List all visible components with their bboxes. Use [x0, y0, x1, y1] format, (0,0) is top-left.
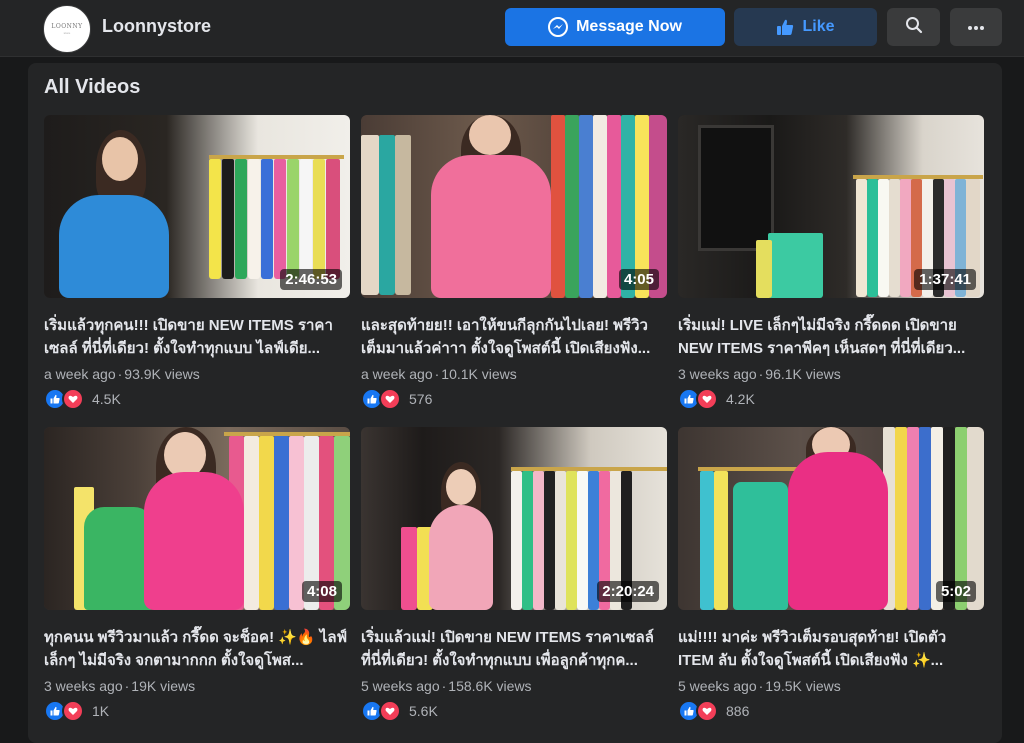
reaction-count: 4.5K	[92, 391, 121, 407]
video-duration: 5:02	[935, 581, 976, 602]
video-views: 158.6K views	[448, 678, 532, 694]
page-name[interactable]: Loonnystore	[102, 16, 211, 37]
video-card[interactable]: 1:37:41 เริ่มแม่! LIVE เล็กๆไม่มีจริง กร…	[678, 115, 984, 410]
video-title[interactable]: เริ่มแล้วทุกคน!!! เปิดขาย NEW ITEMS ราคา…	[44, 314, 350, 360]
reaction-summary[interactable]: 4.2K	[678, 388, 984, 410]
like-label: Like	[802, 18, 835, 35]
like-page-button[interactable]: Like	[734, 8, 877, 46]
video-age: a week ago	[44, 366, 116, 382]
love-reaction-icon	[379, 388, 401, 410]
reaction-summary[interactable]: 886	[678, 700, 984, 722]
reaction-summary[interactable]: 576	[361, 388, 667, 410]
reaction-summary[interactable]: 5.6K	[361, 700, 667, 722]
video-card[interactable]: 4:05 และสุดท้ายย!! เอาให้ขนกีลุกกันไปเลย…	[361, 115, 667, 410]
love-reaction-icon	[62, 388, 84, 410]
reaction-summary[interactable]: 1K	[44, 700, 350, 722]
love-reaction-icon	[696, 700, 718, 722]
more-options-button[interactable]	[950, 8, 1002, 46]
message-now-label: Message Now	[576, 18, 682, 35]
video-views: 19K views	[131, 678, 196, 694]
reaction-count: 576	[409, 391, 433, 407]
video-duration: 4:05	[618, 269, 659, 290]
video-meta: 5 weeks ago · 158.6K views	[361, 678, 532, 694]
reaction-count: 5.6K	[409, 703, 438, 719]
video-meta: a week ago · 10.1K views	[361, 366, 517, 382]
video-title[interactable]: ทุกคนน พรีวิวมาแล้ว กรี๊ดด จะช็อค! ✨🔥 ไล…	[44, 626, 350, 672]
video-duration: 2:20:24	[597, 581, 659, 602]
reaction-count: 1K	[92, 703, 110, 719]
video-age: a week ago	[361, 366, 433, 382]
video-views: 93.9K views	[124, 366, 200, 382]
messenger-icon	[548, 17, 569, 37]
video-duration: 1:37:41	[914, 269, 976, 290]
video-title[interactable]: เริ่มแม่! LIVE เล็กๆไม่มีจริง กรี๊ดดด เป…	[678, 314, 984, 360]
video-thumbnail[interactable]: 4:05	[361, 115, 667, 298]
more-dots-icon	[967, 18, 985, 36]
video-title[interactable]: เริ่มแล้วแม่! เปิดขาย NEW ITEMS ราคาเซลล…	[361, 626, 667, 672]
page-header: LOONNY store Loonnystore Message Now Lik…	[0, 0, 1024, 57]
love-reaction-icon	[379, 700, 401, 722]
reaction-count: 886	[726, 703, 750, 719]
video-card[interactable]: 4:08 ทุกคนน พรีวิวมาแล้ว กรี๊ดด จะช็อค! …	[44, 427, 350, 722]
video-thumbnail[interactable]: 5:02	[678, 427, 984, 610]
video-card[interactable]: 2:20:24 เริ่มแล้วแม่! เปิดขาย NEW ITEMS …	[361, 427, 667, 722]
video-age: 5 weeks ago	[678, 678, 757, 694]
video-views: 19.5K views	[765, 678, 841, 694]
video-meta: 5 weeks ago · 19.5K views	[678, 678, 841, 694]
thumbs-up-icon	[776, 18, 794, 36]
video-meta: 3 weeks ago · 96.1K views	[678, 366, 841, 382]
video-duration: 2:46:53	[280, 269, 342, 290]
love-reaction-icon	[62, 700, 84, 722]
message-now-button[interactable]: Message Now	[505, 8, 725, 46]
reaction-count: 4.2K	[726, 391, 755, 407]
video-meta: 3 weeks ago · 19K views	[44, 678, 196, 694]
video-card[interactable]: 5:02 แม่!!!! มาค่ะ พรีวิวเต็มรอบสุดท้าย!…	[678, 427, 984, 722]
video-age: 5 weeks ago	[361, 678, 440, 694]
search-button[interactable]	[887, 8, 940, 46]
page-avatar[interactable]: LOONNY store	[43, 5, 91, 53]
video-age: 3 weeks ago	[678, 366, 757, 382]
section-title: All Videos	[44, 76, 141, 98]
reaction-summary[interactable]: 4.5K	[44, 388, 350, 410]
video-views: 96.1K views	[765, 366, 841, 382]
video-age: 3 weeks ago	[44, 678, 123, 694]
video-thumbnail[interactable]: 4:08	[44, 427, 350, 610]
video-views: 10.1K views	[441, 366, 517, 382]
video-duration: 4:08	[301, 581, 342, 602]
search-icon	[905, 16, 923, 39]
video-title[interactable]: แม่!!!! มาค่ะ พรีวิวเต็มรอบสุดท้าย! เปิด…	[678, 626, 984, 672]
love-reaction-icon	[696, 388, 718, 410]
logo-subtext: store	[63, 31, 71, 35]
video-card[interactable]: 2:46:53 เริ่มแล้วทุกคน!!! เปิดขาย NEW IT…	[44, 115, 350, 410]
logo-text: LOONNY	[51, 23, 83, 30]
video-thumbnail[interactable]: 1:37:41	[678, 115, 984, 298]
video-thumbnail[interactable]: 2:20:24	[361, 427, 667, 610]
video-title[interactable]: และสุดท้ายย!! เอาให้ขนกีลุกกันไปเลย! พรี…	[361, 314, 667, 360]
video-thumbnail[interactable]: 2:46:53	[44, 115, 350, 298]
video-meta: a week ago · 93.9K views	[44, 366, 200, 382]
